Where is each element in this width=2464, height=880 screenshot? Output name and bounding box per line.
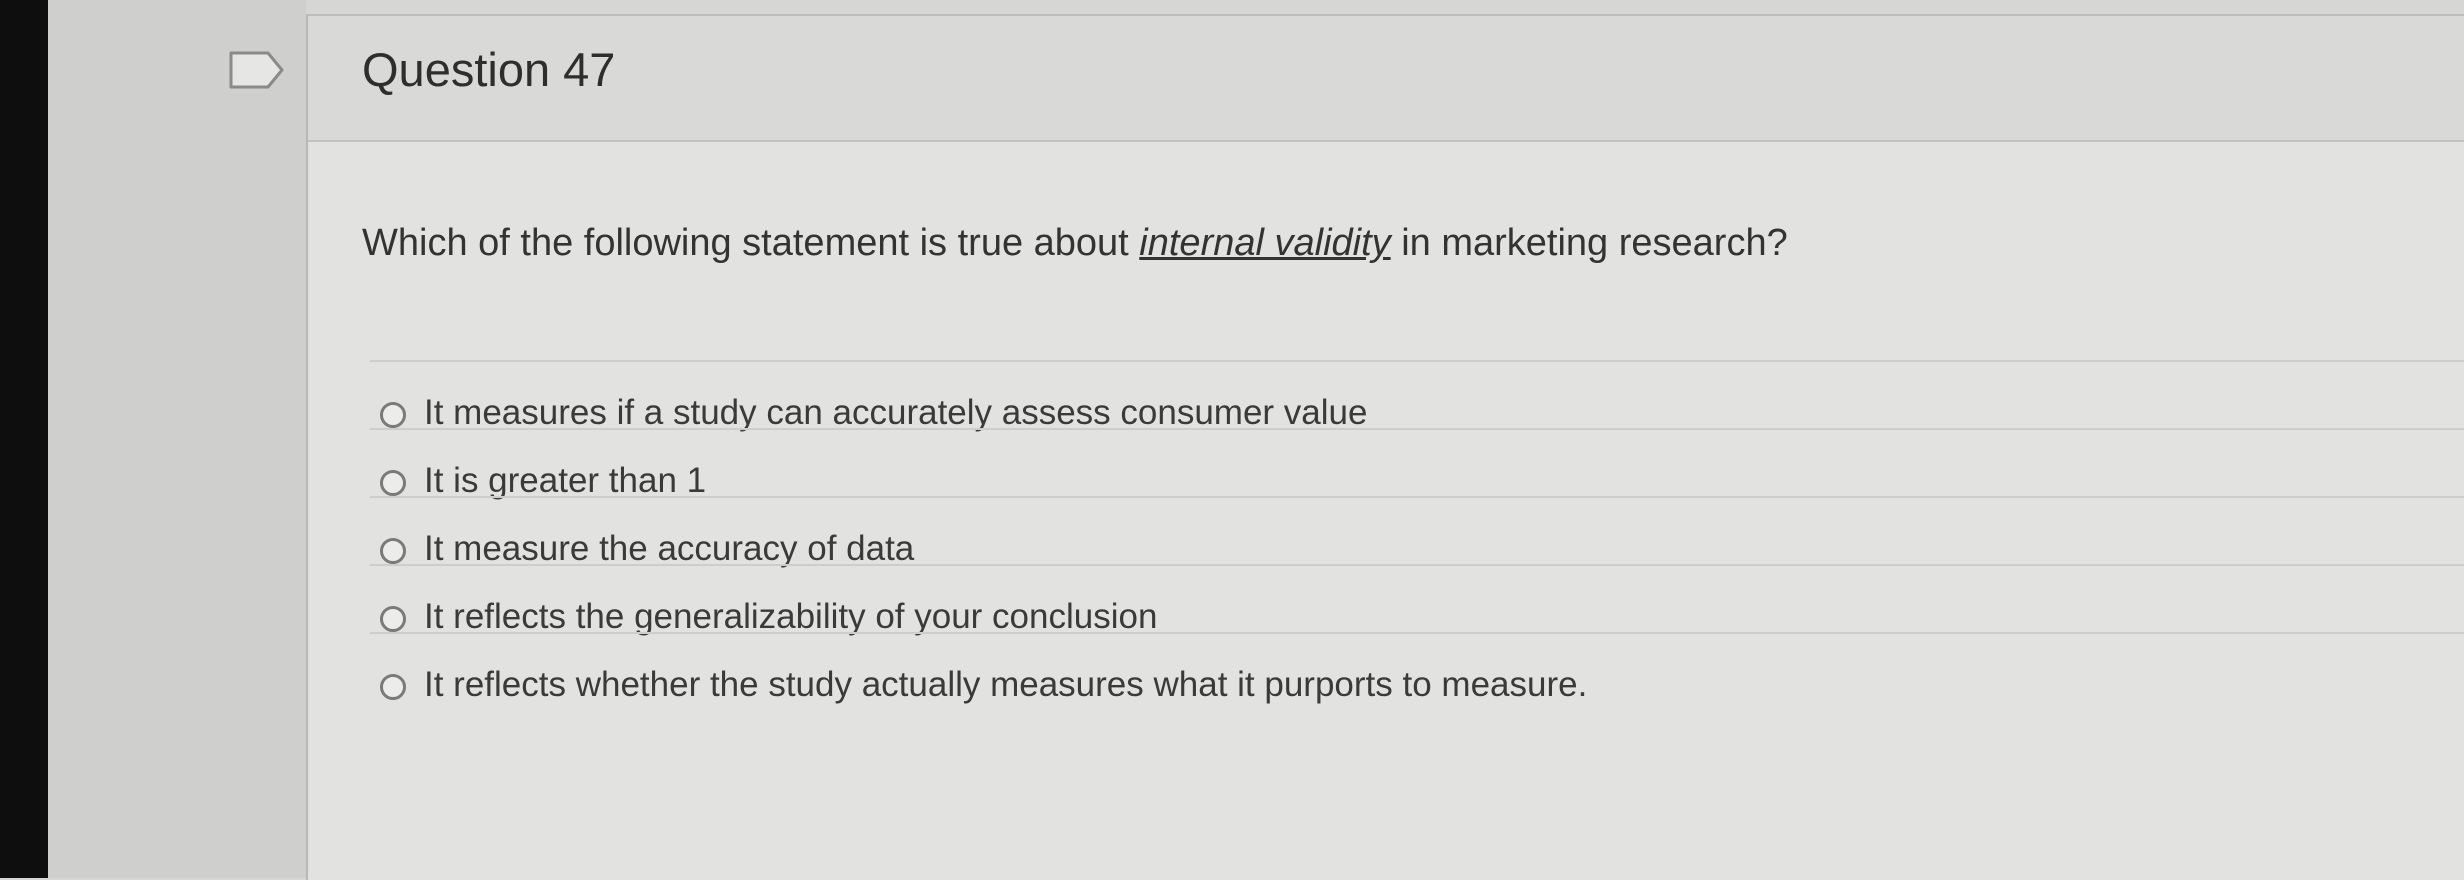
radio-button[interactable] — [380, 538, 406, 564]
answer-label[interactable]: It is greater than 1 — [424, 461, 706, 501]
question-header: Question 47 — [308, 16, 2464, 142]
radio-button[interactable] — [380, 606, 406, 632]
radio-button[interactable] — [380, 470, 406, 496]
answer-option-5[interactable]: It reflects whether the study actually m… — [370, 632, 2464, 740]
answer-label[interactable]: It reflects the generalizability of your… — [424, 597, 1157, 637]
question-text: Which of the following statement is true… — [362, 222, 1788, 265]
answer-label[interactable]: It reflects whether the study actually m… — [424, 665, 1587, 705]
question-card: Question 47 Which of the following state… — [306, 14, 2464, 880]
answer-label[interactable]: It measure the accuracy of data — [424, 529, 914, 569]
question-text-start: Which of the following statement is true… — [362, 222, 1140, 264]
question-text-end: in marketing research? — [1390, 222, 1788, 264]
radio-button[interactable] — [380, 402, 406, 428]
answer-label[interactable]: It measures if a study can accurately as… — [424, 393, 1367, 433]
radio-button[interactable] — [380, 674, 406, 700]
question-text-emphasis: internal validity — [1139, 222, 1391, 264]
question-title: Question 47 — [362, 43, 616, 96]
screen-bezel — [0, 0, 48, 878]
left-gutter — [48, 0, 306, 878]
flag-question-icon[interactable] — [228, 50, 286, 90]
